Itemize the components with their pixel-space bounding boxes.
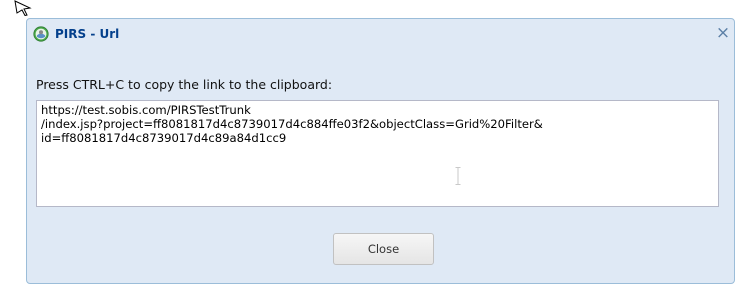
url-text-field[interactable]: https://test.sobis.com/PIRSTestTrunk /in… — [36, 100, 719, 207]
url-dialog: PIRS - Url × Press CTRL+C to copy the li… — [26, 18, 735, 284]
dialog-titlebar[interactable]: PIRS - Url × — [27, 19, 734, 49]
text-cursor-icon — [455, 167, 461, 185]
dialog-title: PIRS - Url — [55, 27, 120, 41]
close-button[interactable]: Close — [333, 233, 434, 265]
pirs-globe-icon — [33, 26, 49, 42]
close-icon[interactable]: × — [714, 23, 732, 43]
copy-instruction: Press CTRL+C to copy the link to the cli… — [36, 77, 333, 92]
mouse-pointer-icon — [14, 0, 32, 16]
